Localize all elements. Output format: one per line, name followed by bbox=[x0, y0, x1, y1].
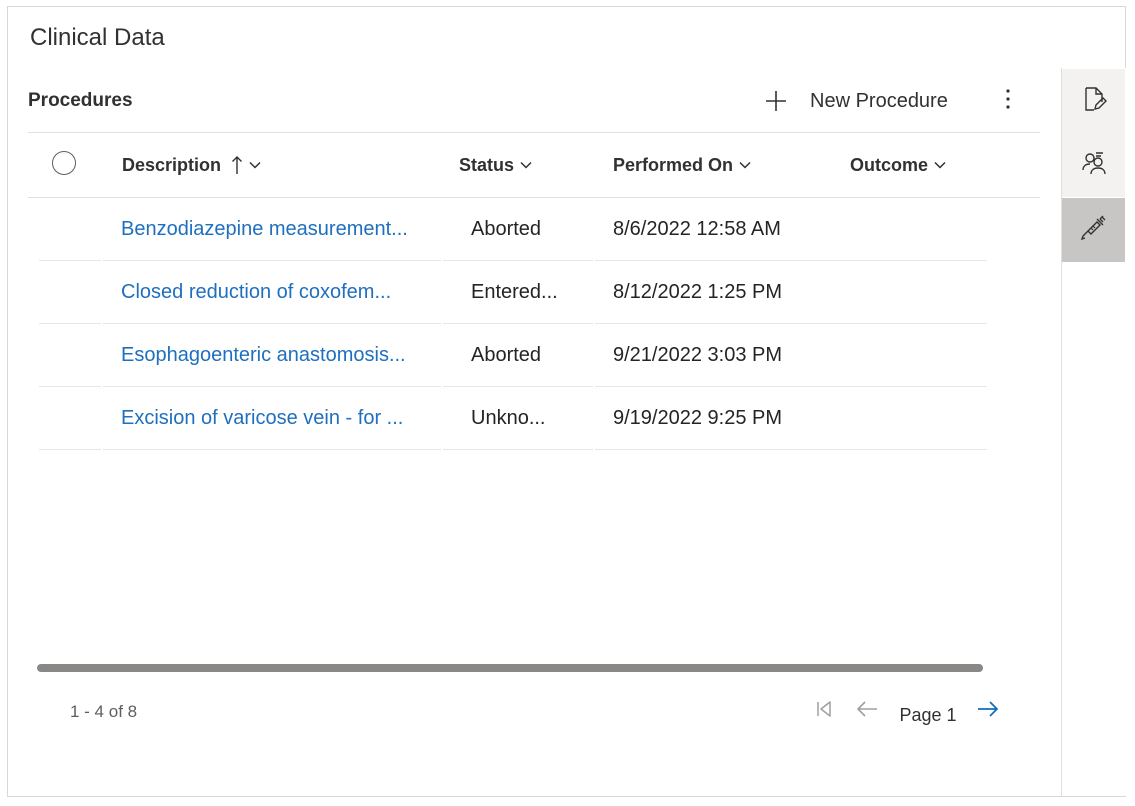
rail-button-documents[interactable] bbox=[1062, 69, 1125, 133]
more-options-button[interactable] bbox=[996, 86, 1020, 116]
people-icon bbox=[1081, 150, 1107, 181]
column-header-outcome[interactable]: Outcome bbox=[850, 152, 946, 178]
status-cell: Entered... bbox=[471, 281, 558, 303]
arrow-left-icon bbox=[856, 700, 878, 723]
next-page-button[interactable] bbox=[975, 696, 1001, 726]
table-row[interactable]: Excision of varicose vein - for ... Unkn… bbox=[39, 387, 987, 450]
outcome-cell bbox=[850, 324, 980, 386]
performed-on-cell: 9/19/2022 9:25 PM bbox=[613, 407, 783, 429]
arrow-right-icon bbox=[977, 700, 999, 723]
chevron-down-icon bbox=[934, 161, 946, 169]
page-indicator: Page 1 bbox=[899, 704, 957, 725]
header-divider-top bbox=[28, 132, 1040, 133]
chevron-down-icon bbox=[739, 161, 751, 169]
chevron-down-icon bbox=[249, 161, 261, 169]
page-title: Clinical Data bbox=[30, 24, 165, 51]
column-label-status: Status bbox=[459, 154, 515, 175]
status-cell: Aborted bbox=[471, 344, 542, 366]
performed-on-cell: 8/6/2022 12:58 AM bbox=[613, 218, 781, 240]
column-header-status[interactable]: Status bbox=[459, 152, 532, 178]
more-vertical-icon bbox=[1005, 88, 1011, 115]
horizontal-scrollbar[interactable] bbox=[37, 664, 983, 672]
row-separator-gap bbox=[441, 449, 443, 450]
column-header-performed-on[interactable]: Performed On bbox=[613, 152, 751, 178]
first-page-button[interactable] bbox=[812, 696, 836, 726]
performed-on-cell: 9/21/2022 3:03 PM bbox=[613, 344, 783, 366]
previous-page-button[interactable] bbox=[854, 696, 880, 726]
rail-button-procedures[interactable] bbox=[1062, 198, 1125, 262]
syringe-icon bbox=[1080, 214, 1108, 247]
document-edit-icon bbox=[1081, 86, 1107, 117]
column-header-description[interactable]: Description bbox=[122, 152, 261, 178]
plus-icon bbox=[764, 89, 788, 113]
procedure-link[interactable]: Benzodiazepine measurement... bbox=[121, 198, 421, 260]
column-label-description: Description bbox=[122, 154, 222, 175]
table-row[interactable]: Closed reduction of coxofem... Entered..… bbox=[39, 261, 987, 324]
performed-on-cell: 8/12/2022 1:25 PM bbox=[613, 281, 783, 303]
column-label-performed-on: Performed On bbox=[613, 154, 734, 175]
outcome-cell bbox=[850, 261, 980, 323]
status-cell: Aborted bbox=[471, 218, 542, 240]
sort-ascending-icon bbox=[231, 155, 243, 175]
column-label-outcome: Outcome bbox=[850, 154, 929, 175]
procedure-link[interactable]: Excision of varicose vein - for ... bbox=[121, 387, 421, 449]
panel-title: Procedures bbox=[28, 90, 133, 111]
new-procedure-label: New Procedure bbox=[810, 89, 948, 112]
first-page-icon bbox=[815, 700, 833, 723]
procedure-link[interactable]: Esophagoenteric anastomosis... bbox=[121, 324, 421, 386]
row-separator-gap bbox=[101, 449, 103, 450]
table-row[interactable]: Benzodiazepine measurement... Aborted 8/… bbox=[39, 198, 987, 261]
rail-button-people[interactable] bbox=[1062, 133, 1125, 197]
select-all-checkbox[interactable] bbox=[52, 151, 76, 175]
status-cell: Unkno... bbox=[471, 407, 546, 429]
record-count: 1 - 4 of 8 bbox=[70, 702, 138, 721]
chevron-down-icon bbox=[520, 161, 532, 169]
table-row[interactable]: Esophagoenteric anastomosis... Aborted 9… bbox=[39, 324, 987, 387]
procedure-link[interactable]: Closed reduction of coxofem... bbox=[121, 261, 421, 323]
row-separator-gap bbox=[593, 449, 595, 450]
new-procedure-button[interactable]: New Procedure bbox=[764, 84, 948, 118]
outcome-cell bbox=[850, 387, 980, 449]
outcome-cell bbox=[850, 198, 980, 260]
